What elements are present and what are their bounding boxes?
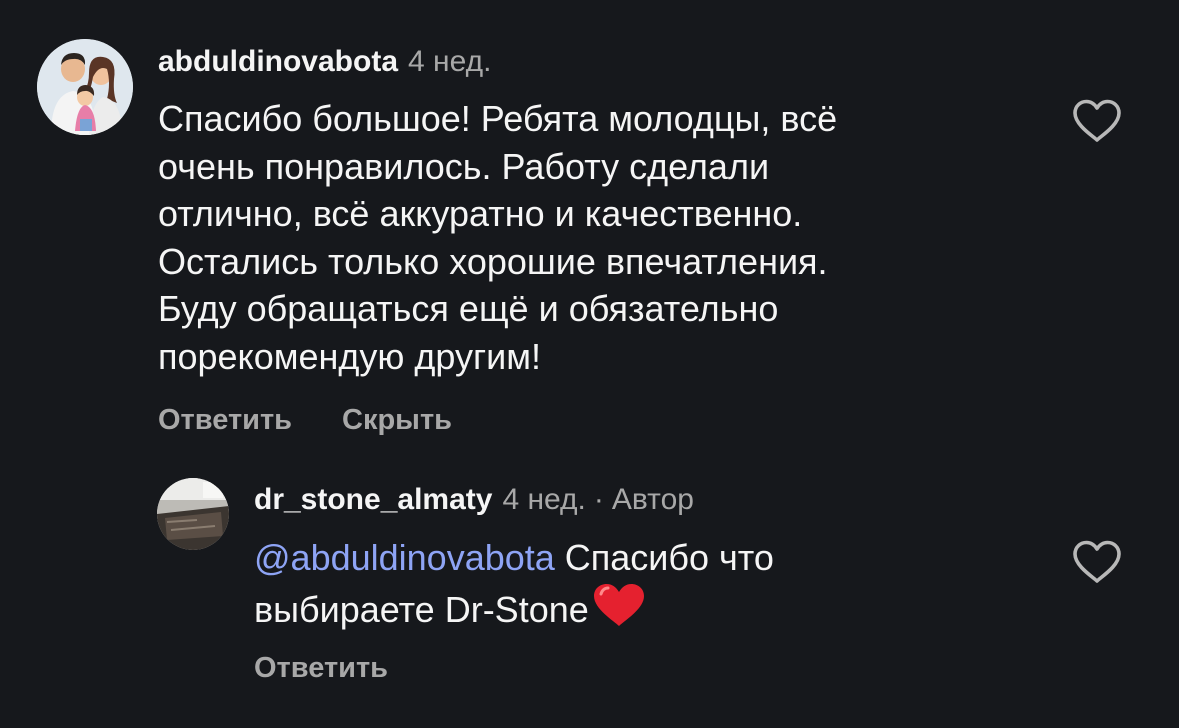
reply-header: dr_stone_almaty 4 нед. · Автор xyxy=(254,482,694,518)
comment-text-line: очень понравилось. Работу сделали xyxy=(158,145,770,187)
comment-actions: Ответить Скрыть xyxy=(158,402,452,438)
reply-username[interactable]: dr_stone_almaty xyxy=(254,483,492,516)
comment: abduldinovabota 4 нед. Спасибо большое! Р… xyxy=(0,0,1179,460)
avatar-abduldinovabota[interactable] xyxy=(37,39,133,135)
reply-button[interactable]: Ответить xyxy=(158,404,292,436)
comment-text-line: отлично, всё аккуратно и качественно. xyxy=(158,193,803,235)
reply: dr_stone_almaty 4 нед. · Автор @abduldinova… xyxy=(0,460,1179,728)
like-heart-icon[interactable] xyxy=(1071,98,1123,144)
comment-header: abduldinovabota 4 нед. xyxy=(158,44,491,80)
heart-outline-icon xyxy=(1073,540,1121,583)
reply-text-line-1: @abduldinovabota Спасибо что xyxy=(254,534,774,582)
comment-text-line: Спасибо большое! Ребята молодцы, всё xyxy=(158,98,838,139)
avatar-image xyxy=(157,478,229,550)
comment-username[interactable]: abduldinovabota xyxy=(158,45,398,78)
avatar-dr-stone-almaty[interactable] xyxy=(157,478,229,550)
reply-text: @abduldinovabota Спасибо что выбираете D… xyxy=(254,534,774,639)
author-badge: Автор xyxy=(611,483,694,516)
comment-text-line: порекомендую другим! xyxy=(158,335,542,377)
comment-timestamp: 4 нед. xyxy=(408,45,492,78)
comment-text: Спасибо большое! Ребята молодцы, всё оче… xyxy=(158,95,837,381)
comment-text-line: Буду обращаться ещё и обязательно xyxy=(158,288,779,330)
heart-outline-icon xyxy=(1073,99,1121,142)
reply-timestamp: 4 нед. xyxy=(502,483,586,516)
reply-button[interactable]: Ответить xyxy=(254,652,388,684)
reply-text-part: Спасибо что xyxy=(554,537,774,578)
hide-button[interactable]: Скрыть xyxy=(342,404,452,436)
like-heart-icon[interactable] xyxy=(1071,539,1123,585)
comment-text-line: Остались только хорошие впечатления. xyxy=(158,240,828,282)
avatar-image xyxy=(37,39,133,135)
reply-actions: Ответить xyxy=(254,650,388,686)
mention-link[interactable]: @abduldinovabota xyxy=(254,537,555,578)
separator-dot: · xyxy=(593,483,604,516)
reply-text-part: выбираете Dr-Stone xyxy=(254,588,589,630)
reply-text-line-2: выбираете Dr-Stone xyxy=(254,582,774,640)
red-heart-emoji-icon xyxy=(591,582,647,640)
